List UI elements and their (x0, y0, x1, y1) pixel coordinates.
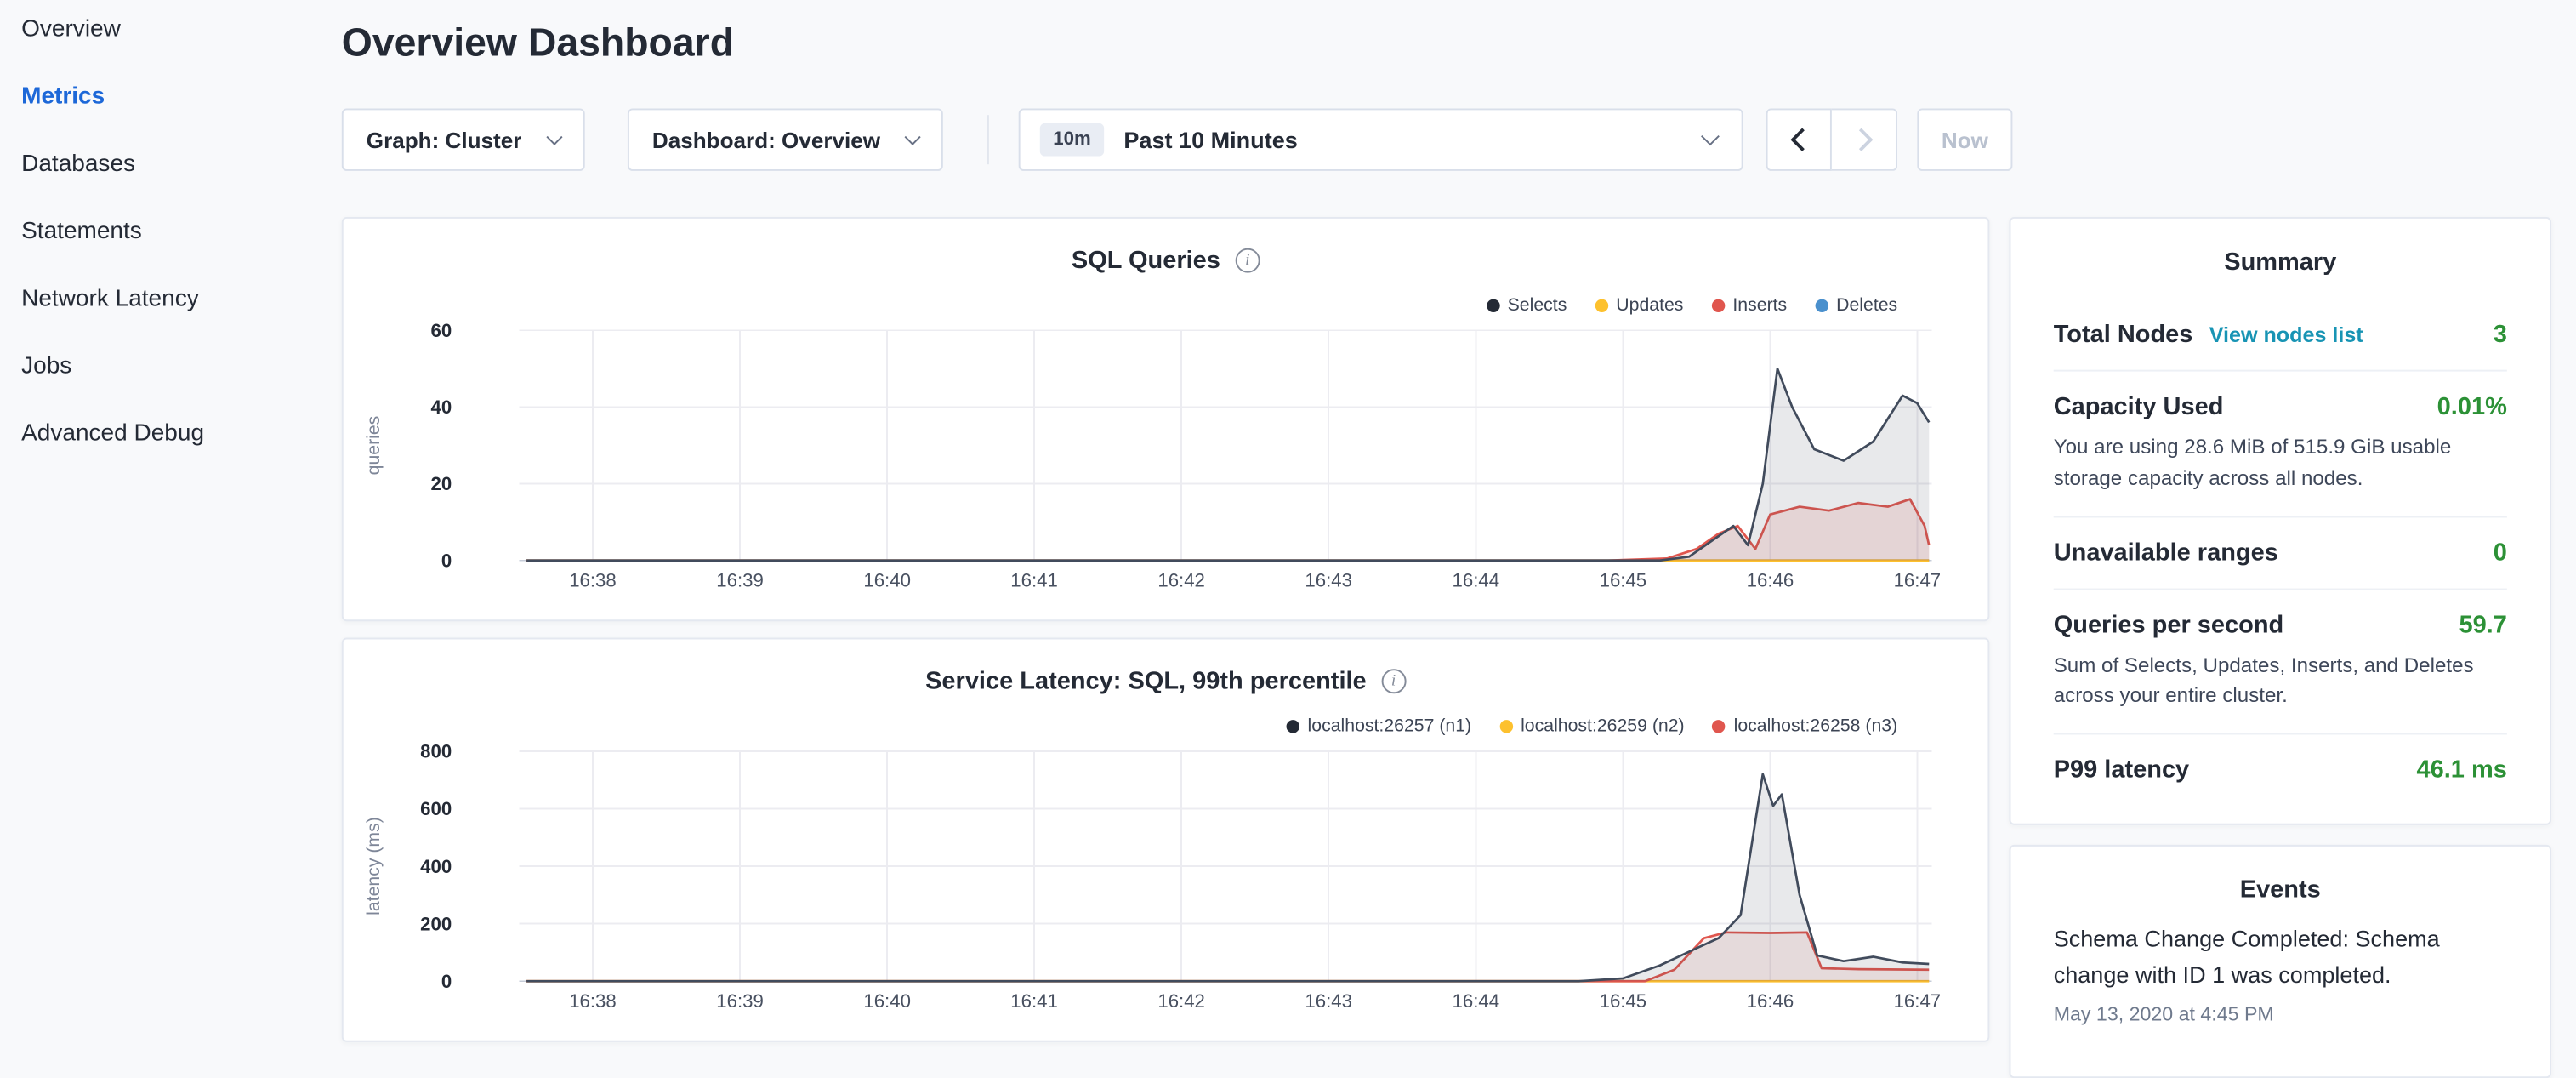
svg-text:400: 400 (420, 856, 452, 877)
summary-row-queries-per-second: Queries per second 59.7 Sum of Selects, … (2054, 588, 2507, 733)
svg-text:16:44: 16:44 (1453, 570, 1500, 591)
svg-text:16:45: 16:45 (1600, 990, 1647, 1012)
time-range-label: Past 10 Minutes (1123, 127, 1703, 153)
events-panel: Events Schema Change Completed: Schema c… (2010, 845, 2551, 1078)
svg-text:600: 600 (420, 798, 452, 819)
svg-text:16:46: 16:46 (1747, 570, 1794, 591)
svg-text:16:41: 16:41 (1010, 570, 1058, 591)
sidebar-item-jobs[interactable]: Jobs (0, 334, 322, 401)
svg-text:0: 0 (441, 971, 452, 992)
summary-title: Summary (2010, 219, 2550, 299)
summary-value: 46.1 ms (2417, 756, 2507, 784)
sidebar-item-overview[interactable]: Overview (0, 0, 322, 64)
svg-text:16:42: 16:42 (1157, 990, 1205, 1012)
svg-text:16:43: 16:43 (1305, 570, 1352, 591)
event-item[interactable]: Schema Change Completed: Schema change w… (2010, 917, 2550, 1025)
sidebar-item-databases[interactable]: Databases (0, 132, 322, 199)
summary-label: P99 latency (2054, 756, 2189, 784)
svg-text:16:47: 16:47 (1894, 990, 1942, 1012)
service-latency-chart-panel: Service Latency: SQL, 99th percentile i … (342, 638, 1990, 1042)
sidebar-item-advanced-debug[interactable]: Advanced Debug (0, 401, 322, 468)
view-nodes-list-link[interactable]: View nodes list (2209, 322, 2363, 347)
summary-label: Total Nodes (2054, 321, 2193, 349)
svg-text:16:45: 16:45 (1600, 570, 1647, 591)
page-title: Overview Dashboard (342, 21, 734, 67)
summary-value: 59.7 (2459, 611, 2506, 639)
chevron-left-icon (1790, 128, 1813, 151)
summary-value: 0.01% (2437, 393, 2507, 421)
summary-row-total-nodes: Total Nodes View nodes list 3 (2054, 299, 2507, 370)
svg-text:0: 0 (441, 550, 452, 571)
summary-value: 3 (2494, 321, 2507, 349)
time-range-badge: 10m (1040, 123, 1104, 157)
graph-scope-dropdown[interactable]: Graph: Cluster (342, 108, 585, 170)
svg-text:60: 60 (431, 320, 452, 341)
time-range-dropdown[interactable]: 10m Past 10 Minutes (1019, 108, 1743, 170)
summary-label: Unavailable ranges (2054, 539, 2278, 567)
svg-text:16:40: 16:40 (863, 990, 911, 1012)
summary-description: You are using 28.6 MiB of 515.9 GiB usab… (2054, 432, 2507, 493)
event-text: Schema Change Completed: Schema change w… (2054, 921, 2507, 995)
time-next-button[interactable] (1832, 108, 1897, 170)
summary-value: 0 (2494, 539, 2507, 567)
graph-scope-label: Graph: Cluster (367, 128, 522, 152)
chevron-down-icon (905, 128, 921, 145)
chevron-right-icon (1850, 128, 1873, 151)
summary-label: Capacity Used (2054, 393, 2224, 421)
sidebar-nav: Overview Metrics Databases Statements Ne… (0, 0, 322, 1052)
svg-text:queries: queries (363, 416, 384, 476)
svg-text:16:41: 16:41 (1010, 990, 1058, 1012)
summary-row-capacity-used: Capacity Used 0.01% You are using 28.6 M… (2054, 370, 2507, 516)
dashboard-dropdown[interactable]: Dashboard: Overview (628, 108, 943, 170)
event-timestamp: May 13, 2020 at 4:45 PM (2054, 1002, 2507, 1025)
svg-text:16:40: 16:40 (863, 570, 911, 591)
summary-description: Sum of Selects, Updates, Inserts, and De… (2054, 650, 2507, 711)
now-button[interactable]: Now (1917, 108, 2012, 170)
sidebar-item-statements[interactable]: Statements (0, 199, 322, 266)
chart-plot: 16:38 16:39 16:40 16:41 16:42 16:43 16:44 16:45… (344, 639, 1988, 1040)
dashboard-controls: Graph: Cluster Dashboard: Overview 10m P… (342, 108, 2013, 170)
sidebar-item-network-latency[interactable]: Network Latency (0, 266, 322, 334)
summary-row-unavailable-ranges: Unavailable ranges 0 (2054, 516, 2507, 588)
app-root: Overview Metrics Databases Statements Ne… (0, 0, 2576, 1052)
summary-label: Queries per second (2054, 611, 2284, 639)
time-nav-group (1766, 108, 1898, 170)
svg-text:16:39: 16:39 (716, 990, 764, 1012)
time-prev-button[interactable] (1766, 108, 1832, 170)
dashboard-dropdown-label: Dashboard: Overview (652, 128, 880, 152)
svg-text:16:43: 16:43 (1305, 990, 1352, 1012)
chart-plot: 16:38 16:39 16:40 16:41 16:42 16:43 16:44 16:45… (344, 219, 1988, 619)
events-title: Events (2010, 847, 2550, 917)
svg-text:16:47: 16:47 (1894, 570, 1942, 591)
svg-text:latency (ms): latency (ms) (363, 817, 384, 915)
sidebar-item-metrics[interactable]: Metrics (0, 64, 322, 131)
svg-text:800: 800 (420, 741, 452, 762)
svg-text:16:39: 16:39 (716, 570, 764, 591)
svg-text:20: 20 (431, 473, 452, 494)
sql-queries-chart-panel: SQL Queries i SelectsUpdatesInsertsDelet… (342, 217, 1990, 621)
svg-text:16:46: 16:46 (1747, 990, 1794, 1012)
svg-text:200: 200 (420, 913, 452, 934)
chevron-down-icon (546, 128, 562, 145)
svg-text:40: 40 (431, 396, 452, 418)
controls-divider (987, 115, 989, 164)
svg-text:16:38: 16:38 (569, 570, 617, 591)
svg-text:16:38: 16:38 (569, 990, 617, 1012)
svg-text:16:42: 16:42 (1157, 570, 1205, 591)
svg-text:16:44: 16:44 (1453, 990, 1500, 1012)
summary-body: Total Nodes View nodes list 3 Capacity U… (2010, 299, 2550, 806)
summary-panel: Summary Total Nodes View nodes list 3 Ca… (2010, 217, 2551, 825)
chevron-down-icon (1701, 127, 1720, 145)
summary-row-p99-latency: P99 latency 46.1 ms (2054, 733, 2507, 806)
